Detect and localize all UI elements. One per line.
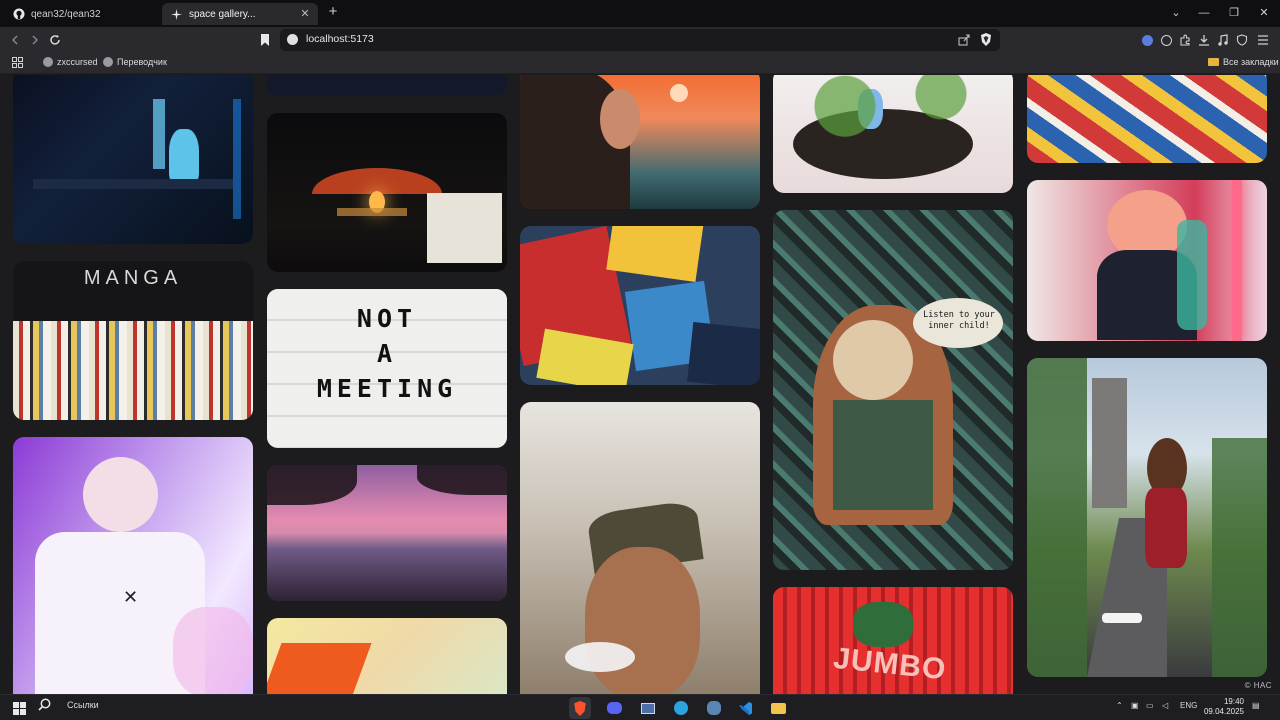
menu-icon[interactable] (1256, 33, 1270, 47)
discord-icon[interactable] (603, 697, 625, 719)
bookmarks-bar: zxccursed Переводчик Все закладки (0, 53, 1280, 74)
all-bookmarks-label: Все закладки (1223, 57, 1279, 67)
bookmark-icon[interactable] (256, 31, 274, 49)
clock-time: 19:40 (1223, 697, 1244, 706)
vpn-shield-icon[interactable] (1235, 33, 1249, 47)
windows-taskbar: Ссылки ⌃ ▣ ▭ ◁ ENG 19:40 09.04.2025 ▤ (0, 694, 1280, 720)
share-icon[interactable] (958, 33, 970, 51)
manga-sign-text: MANGA (83, 267, 183, 289)
photo-lamp-bar[interactable] (267, 113, 507, 272)
watermark-text: © НАС (1244, 681, 1272, 690)
photo-neon-sign-red[interactable]: JUMBO (773, 587, 1013, 694)
file-explorer-icon[interactable] (767, 697, 789, 719)
photo-castle-girl[interactable] (1027, 358, 1267, 677)
lightbox-sign-text: NOT A MEETING (316, 304, 458, 403)
photo-graffiti-lady[interactable]: Listen to your inner child! (773, 210, 1013, 570)
translate-icon[interactable] (1159, 33, 1173, 47)
photo-pink-beach[interactable] (267, 465, 507, 601)
reload-button[interactable] (46, 31, 64, 49)
window-app-icon[interactable] (637, 697, 659, 719)
tray-app-icon[interactable]: ▣ (1131, 701, 1139, 710)
photo-manga-shelf[interactable]: MANGA (13, 261, 253, 420)
photo-plant-figure[interactable] (773, 75, 1013, 193)
neon-sign-text: JUMBO (831, 641, 948, 687)
photo-comics-strip[interactable] (1027, 75, 1267, 163)
photo-dark-top[interactable] (267, 75, 507, 96)
address-bar[interactable]: localhost:5173 (280, 29, 1000, 51)
brave-browser-icon[interactable] (569, 697, 591, 719)
apps-grid-icon[interactable] (12, 57, 23, 68)
taskbar-search-label: Ссылки (67, 699, 99, 710)
close-window-button[interactable]: ✕ (1256, 5, 1272, 21)
tab-label: qean32/qean32 (31, 8, 101, 20)
tab-space-gallery[interactable]: space gallery... ✕ (162, 3, 318, 25)
music-icon[interactable] (1216, 33, 1230, 47)
photo-pc-figure[interactable] (13, 75, 253, 244)
language-indicator[interactable]: ENG (1180, 701, 1197, 710)
photo-orange-chair[interactable] (267, 618, 507, 694)
download-icon[interactable] (1197, 33, 1211, 47)
close-tab-icon[interactable]: ✕ (298, 7, 312, 21)
site-info-icon[interactable] (287, 34, 298, 45)
globe-icon (43, 57, 53, 67)
browser-toolbar: localhost:5173 (0, 27, 1280, 53)
chevron-up-icon[interactable]: ⌃ (1116, 701, 1123, 710)
forward-button[interactable] (26, 31, 44, 49)
github-icon (12, 8, 25, 21)
sparkle-icon (170, 8, 183, 21)
url-text: localhost:5173 (306, 33, 374, 45)
chevron-down-icon[interactable]: ⌄ (1168, 5, 1184, 21)
volume-icon[interactable]: ◁ (1162, 701, 1168, 710)
tab-github[interactable]: qean32/qean32 (4, 3, 154, 25)
photo-kirby-camera[interactable] (1027, 180, 1267, 341)
all-bookmarks[interactable]: Все закладки (1208, 57, 1279, 67)
taskbar-clock[interactable]: 19:40 09.04.2025 (1204, 697, 1244, 717)
bookmark-label: zxccursed (57, 57, 98, 67)
photo-lightbox-sign[interactable]: NOT A MEETING (267, 289, 507, 448)
monitor-icon[interactable]: ▭ (1146, 701, 1154, 710)
vscode-icon[interactable] (734, 697, 756, 719)
bookmark-translator[interactable]: Переводчик (103, 57, 167, 67)
windows-start-icon[interactable] (8, 697, 30, 719)
photo-neon-portrait[interactable]: ✕ (13, 437, 253, 694)
notification-icon[interactable]: ▤ (1252, 701, 1260, 710)
tab-label: space gallery... (189, 8, 256, 20)
tab-strip: qean32/qean32 space gallery... ✕ + ⌄ — ❐… (0, 0, 1280, 27)
minimize-button[interactable]: — (1196, 5, 1212, 21)
bookmark-label: Переводчик (117, 57, 167, 67)
brave-shield-icon[interactable] (980, 33, 992, 51)
clock-date: 09.04.2025 (1203, 707, 1244, 716)
taskbar-search[interactable]: Ссылки (38, 698, 99, 711)
bookmark-zxccursed[interactable]: zxccursed (43, 57, 98, 67)
gallery-viewport: MANGA ✕ NOT A MEETING Listen to your inn… (0, 75, 1280, 694)
new-tab-button[interactable]: + (325, 4, 341, 20)
folder-icon (1208, 58, 1219, 66)
photo-sunset-woman[interactable] (520, 75, 760, 209)
telegram-icon[interactable] (670, 697, 692, 719)
restore-button[interactable]: ❐ (1226, 5, 1242, 21)
extension-globe-icon[interactable] (1140, 33, 1154, 47)
postgres-icon[interactable] (703, 697, 725, 719)
search-icon (38, 698, 51, 711)
speech-bubble-text: Listen to your inner child! (923, 310, 995, 331)
photo-old-man-smoke[interactable] (520, 402, 760, 694)
back-button[interactable] (6, 31, 24, 49)
photo-comics-pile[interactable] (520, 226, 760, 385)
globe-icon (103, 57, 113, 67)
extensions-icon[interactable] (1178, 33, 1192, 47)
